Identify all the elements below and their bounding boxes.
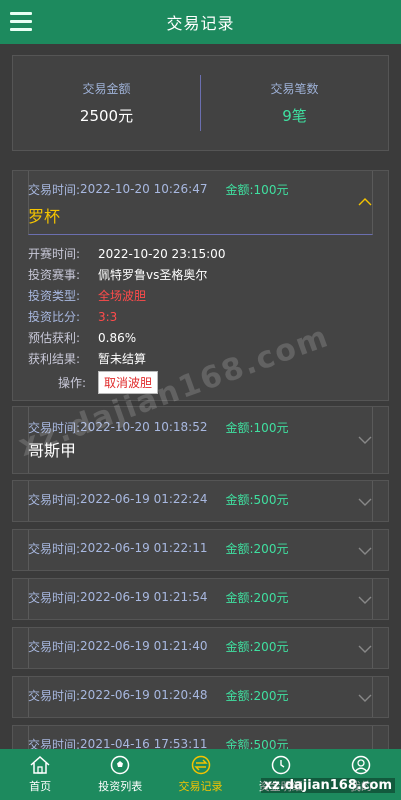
- transaction-record-icon: [191, 755, 210, 775]
- nav-tab-home[interactable]: 首页: [0, 749, 80, 800]
- amount-value: 2500元: [79, 107, 134, 125]
- page-title: 交易记录: [166, 14, 235, 33]
- record-card[interactable]: 交易时间: 2022-06-19 01:22:11 金额: 200元: [12, 529, 389, 571]
- record-header: 交易时间: 2022-06-19 01:20:48 金额: 200元: [28, 677, 288, 713]
- record-header: 交易时间: 2022-06-19 01:21:40 金额: 200元: [28, 628, 288, 664]
- amount-prefix: 金额:: [225, 541, 254, 556]
- amount-prefix: 金额:: [225, 420, 254, 435]
- home-icon: [30, 755, 50, 774]
- record-card[interactable]: 交易时间: 2022-06-19 01:21:54 金额: 200元: [12, 578, 389, 620]
- trade-amount: 500元: [253, 492, 289, 507]
- chevron-down-icon[interactable]: [358, 497, 372, 507]
- count-value: 9笔: [282, 107, 307, 125]
- record-card[interactable]: 交易时间: 2022-06-19 01:21:40 金额: 200元: [12, 627, 389, 669]
- amount-prefix: 金额:: [225, 639, 254, 654]
- summary-amount: 交易金额 2500元: [13, 80, 200, 126]
- chevron-down-icon[interactable]: [358, 546, 372, 556]
- score-label: 投资比分:: [28, 310, 81, 324]
- trade-amount: 100元: [253, 420, 289, 435]
- amount-prefix: 金额:: [225, 492, 254, 507]
- trade-time: 2022-06-19 01:22:11: [80, 541, 208, 555]
- league-name: 罗杯: [28, 207, 61, 226]
- amount-prefix: 金额:: [225, 590, 254, 605]
- record-card[interactable]: 交易时间: 2022-06-19 01:22:24 金额: 500元: [12, 480, 389, 522]
- chevron-down-icon[interactable]: [358, 644, 372, 654]
- trade-time-label: 交易时间:: [28, 541, 81, 556]
- trade-time-label: 交易时间:: [28, 182, 81, 197]
- clock-icon: [271, 755, 290, 775]
- summary-count: 交易笔数 9笔: [201, 80, 388, 126]
- match-label: 投资赛事:: [28, 268, 81, 282]
- trade-time-label: 交易时间:: [28, 590, 81, 605]
- soccer-ball-icon: [111, 755, 130, 775]
- detail-row-type: 投资类型: 全场波胆: [28, 285, 368, 306]
- detail-row-match: 投资赛事: 佩特罗鲁vs圣格奥尔: [28, 264, 368, 285]
- result-value: 暂未结算: [98, 352, 147, 366]
- detail-row-start-time: 开赛时间: 2022-10-20 23:15:00: [28, 243, 368, 264]
- trade-time: 2022-10-20 10:26:47: [80, 182, 208, 196]
- amount-label: 交易金额: [82, 82, 131, 96]
- trade-amount: 200元: [253, 639, 289, 654]
- chevron-down-icon[interactable]: [358, 693, 372, 703]
- corner-watermark: xz.dajian168.com: [260, 778, 395, 793]
- hamburger-menu-icon[interactable]: [10, 12, 32, 32]
- record-header: 交易时间: 2022-06-19 01:22:11 金额: 200元: [28, 530, 288, 566]
- trade-time: 2022-06-19 01:21:54: [80, 590, 208, 604]
- chevron-down-icon[interactable]: [358, 595, 372, 605]
- type-value: 全场波胆: [98, 289, 147, 303]
- profit-value: 0.86%: [98, 330, 137, 345]
- record-header: 交易时间: 2022-10-20 10:26:47 金额: 100元: [28, 171, 288, 207]
- record-card[interactable]: 交易时间: 2022-06-19 01:20:48 金额: 200元: [12, 676, 389, 718]
- nav-tab-investment-list[interactable]: 投资列表: [80, 749, 160, 800]
- start-time-label: 开赛时间:: [28, 247, 81, 261]
- user-icon: [351, 755, 371, 775]
- trade-amount: 200元: [253, 590, 289, 605]
- trade-time-label: 交易时间:: [28, 688, 81, 703]
- trade-time: 2022-06-19 01:21:40: [80, 639, 208, 653]
- score-value: 3:3: [98, 309, 118, 324]
- nav-label: 投资列表: [98, 780, 143, 793]
- result-label: 获利结果:: [28, 352, 81, 366]
- record-header: 交易时间: 2022-06-19 01:22:24 金额: 500元: [28, 481, 288, 517]
- amount-prefix: 金额:: [225, 688, 254, 703]
- nav-label: 交易记录: [178, 780, 223, 793]
- nav-tab-transactions[interactable]: 交易记录: [160, 749, 240, 800]
- trade-amount: 200元: [253, 541, 289, 556]
- amount-prefix: 金额:: [225, 182, 254, 197]
- match-value: 佩特罗鲁vs圣格奥尔: [98, 268, 208, 282]
- trade-time-label: 交易时间:: [28, 639, 81, 654]
- action-label: 操作:: [57, 375, 86, 390]
- type-label: 投资类型:: [28, 289, 81, 303]
- trade-time-label: 交易时间:: [28, 492, 81, 507]
- trade-time: 2022-06-19 01:20:48: [80, 688, 208, 702]
- nav-label: 首页: [29, 780, 52, 793]
- top-bar: 交易记录: [0, 0, 401, 44]
- trade-time: 2022-06-19 01:22:24: [80, 492, 208, 506]
- trade-amount: 200元: [253, 688, 289, 703]
- count-label: 交易笔数: [270, 82, 319, 96]
- chevron-up-icon[interactable]: [358, 197, 372, 207]
- trade-amount: 100元: [253, 182, 289, 197]
- chevron-down-icon[interactable]: [358, 435, 372, 445]
- profit-label: 预估获利:: [28, 331, 81, 345]
- start-time-value: 2022-10-20 23:15:00: [98, 246, 226, 261]
- record-header: 交易时间: 2022-06-19 01:21:54 金额: 200元: [28, 579, 288, 615]
- summary-panel: 交易金额 2500元 交易笔数 9笔: [12, 55, 389, 151]
